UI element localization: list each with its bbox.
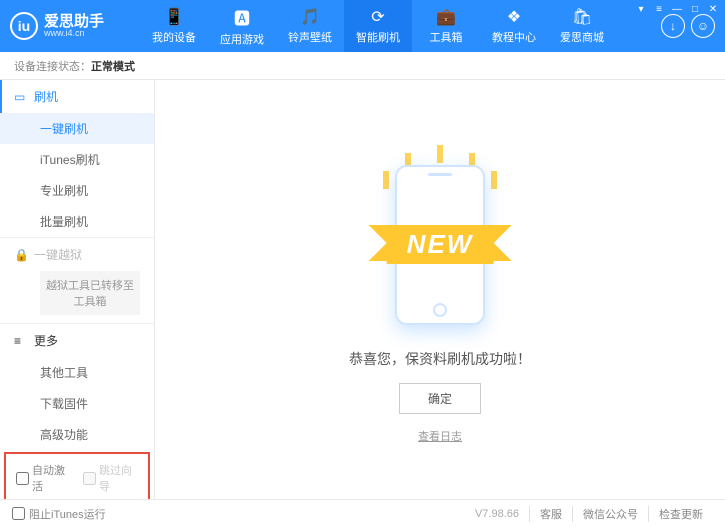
title-bar: iu 爱思助手 www.i4.cn 📱我的设备 🅰应用游戏 🎵铃声壁纸 ⟳智能刷… [0, 0, 725, 52]
version-label: V7.98.66 [475, 508, 519, 520]
jailbreak-note: 越狱工具已转移至工具箱 [40, 271, 140, 315]
sidebar-item-pro-flash[interactable]: 专业刷机 [0, 175, 154, 206]
logo-icon: iu [10, 12, 38, 40]
window-controls: ▾ ≡ — □ ✕ [633, 2, 721, 16]
tab-store[interactable]: 🛍爱思商城 [548, 0, 616, 52]
apps-icon: 🅰 [234, 5, 250, 29]
sidebar-item-itunes-flash[interactable]: iTunes刷机 [0, 144, 154, 175]
tab-my-device[interactable]: 📱我的设备 [140, 0, 208, 52]
tab-ringtone-wallpaper[interactable]: 🎵铃声壁纸 [276, 0, 344, 52]
status-value: 正常模式 [91, 58, 135, 74]
footer-bar: 阻止iTunes运行 V7.98.66 客服 微信公众号 检查更新 [0, 499, 725, 527]
refresh-icon: ⟳ [371, 7, 384, 27]
close-button[interactable]: ✕ [705, 2, 721, 16]
tab-toolbox[interactable]: 💼工具箱 [412, 0, 480, 52]
sidebar-item-batch-flash[interactable]: 批量刷机 [0, 206, 154, 237]
lock-icon: 🔒 [14, 248, 28, 262]
footer-check-update[interactable]: 检查更新 [648, 506, 713, 522]
sidebar-item-oneclick-flash[interactable]: 一键刷机 [0, 113, 154, 144]
flash-icon: ▭ [14, 90, 28, 104]
footer-wechat[interactable]: 微信公众号 [572, 506, 648, 522]
auto-activate-checkbox[interactable]: 自动激活 [16, 462, 71, 494]
more-icon: ≡ [14, 334, 28, 348]
footer-support[interactable]: 客服 [529, 506, 572, 522]
store-icon: 🛍 [572, 7, 592, 27]
tab-tutorials[interactable]: ❖教程中心 [480, 0, 548, 52]
minimize-button[interactable]: — [669, 2, 685, 16]
logo: iu 爱思助手 www.i4.cn [0, 12, 140, 40]
options-row: 自动激活 跳过向导 [4, 452, 150, 499]
tab-apps-games[interactable]: 🅰应用游戏 [208, 0, 276, 52]
sidebar-group-flash[interactable]: ▭ 刷机 [0, 80, 154, 113]
success-illustration: NEW [330, 155, 550, 335]
view-log-link[interactable]: 查看日志 [418, 428, 462, 444]
device-status-bar: 设备连接状态： 正常模式 [0, 52, 725, 80]
status-label: 设备连接状态： [14, 58, 91, 74]
nav-tabs: 📱我的设备 🅰应用游戏 🎵铃声壁纸 ⟳智能刷机 💼工具箱 ❖教程中心 🛍爱思商城 [140, 0, 661, 52]
success-message: 恭喜您，保资料刷机成功啦！ [349, 349, 531, 369]
menu-icon[interactable]: ≡ [651, 2, 667, 16]
settings-icon[interactable]: ▾ [633, 2, 649, 16]
app-subtitle: www.i4.cn [44, 29, 104, 38]
music-icon: 🎵 [300, 7, 320, 27]
sidebar-item-advanced[interactable]: 高级功能 [0, 419, 154, 450]
block-itunes-checkbox[interactable]: 阻止iTunes运行 [12, 506, 106, 522]
sidebar-item-other-tools[interactable]: 其他工具 [0, 357, 154, 388]
tutorial-icon: ❖ [507, 7, 521, 27]
sidebar-group-jailbreak[interactable]: 🔒 一键越狱 [0, 238, 154, 271]
toolbox-icon: 💼 [436, 7, 456, 27]
sidebar-item-download-firmware[interactable]: 下载固件 [0, 388, 154, 419]
sidebar: ▭ 刷机 一键刷机 iTunes刷机 专业刷机 批量刷机 🔒 一键越狱 越狱工具… [0, 80, 155, 499]
new-ribbon: NEW [387, 225, 494, 264]
maximize-button[interactable]: □ [687, 2, 703, 16]
main-content: NEW 恭喜您，保资料刷机成功啦！ 确定 查看日志 [155, 80, 725, 499]
ok-button[interactable]: 确定 [399, 383, 481, 414]
account-button[interactable]: ☺ [691, 14, 715, 38]
sidebar-group-more[interactable]: ≡ 更多 [0, 324, 154, 357]
download-button[interactable]: ↓ [661, 14, 685, 38]
skip-guide-checkbox[interactable]: 跳过向导 [83, 462, 138, 494]
tab-smart-flash[interactable]: ⟳智能刷机 [344, 0, 412, 52]
device-icon: 📱 [164, 7, 184, 27]
app-title: 爱思助手 [44, 14, 104, 29]
